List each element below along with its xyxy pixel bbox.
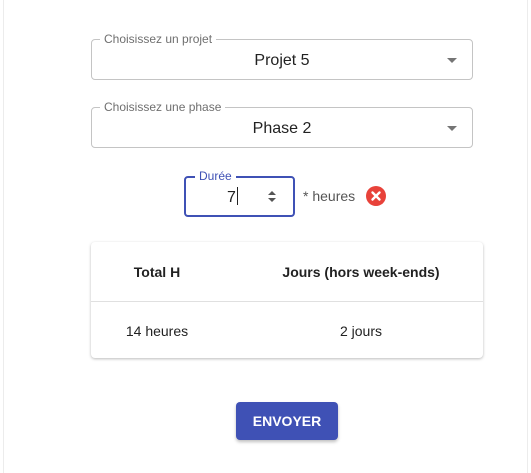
project-select-value: Projet 5 — [254, 52, 310, 69]
submit-button[interactable]: ENVOYER — [236, 402, 338, 440]
cell-days: 2 jours — [339, 323, 383, 339]
spin-up-icon[interactable] — [268, 191, 276, 195]
chevron-down-icon — [447, 58, 457, 63]
duration-value-text: 7 — [227, 189, 236, 206]
phase-select-value: Phase 2 — [252, 120, 312, 137]
text-caret — [236, 187, 238, 205]
spinner-arrows-icon[interactable] — [266, 188, 278, 206]
project-select[interactable]: Choisissez un projet Projet 5 — [91, 32, 473, 80]
close-circle-icon[interactable] — [366, 186, 386, 206]
cell-total-hours: 14 heures — [125, 323, 189, 339]
duration-value: 7 — [227, 187, 238, 208]
project-select-label: Choisissez un projet — [100, 32, 217, 46]
column-header-total: Total H — [133, 264, 181, 280]
table-divider — [91, 301, 483, 302]
duration-input[interactable]: Durée 7 — [184, 169, 295, 217]
spin-down-icon[interactable] — [268, 198, 276, 202]
chevron-down-icon — [447, 126, 457, 131]
duration-unit-text: * heures — [303, 188, 356, 204]
summary-table: Total H Jours (hors week-ends) 14 heures… — [91, 242, 483, 358]
phase-select-label: Choisissez une phase — [100, 100, 226, 114]
form-panel: Choisissez un projet Projet 5 Choisissez… — [3, 0, 528, 473]
phase-select[interactable]: Choisissez une phase Phase 2 — [91, 100, 473, 148]
column-header-days: Jours (hors week-ends) — [282, 264, 440, 280]
duration-input-label: Durée — [195, 169, 236, 183]
